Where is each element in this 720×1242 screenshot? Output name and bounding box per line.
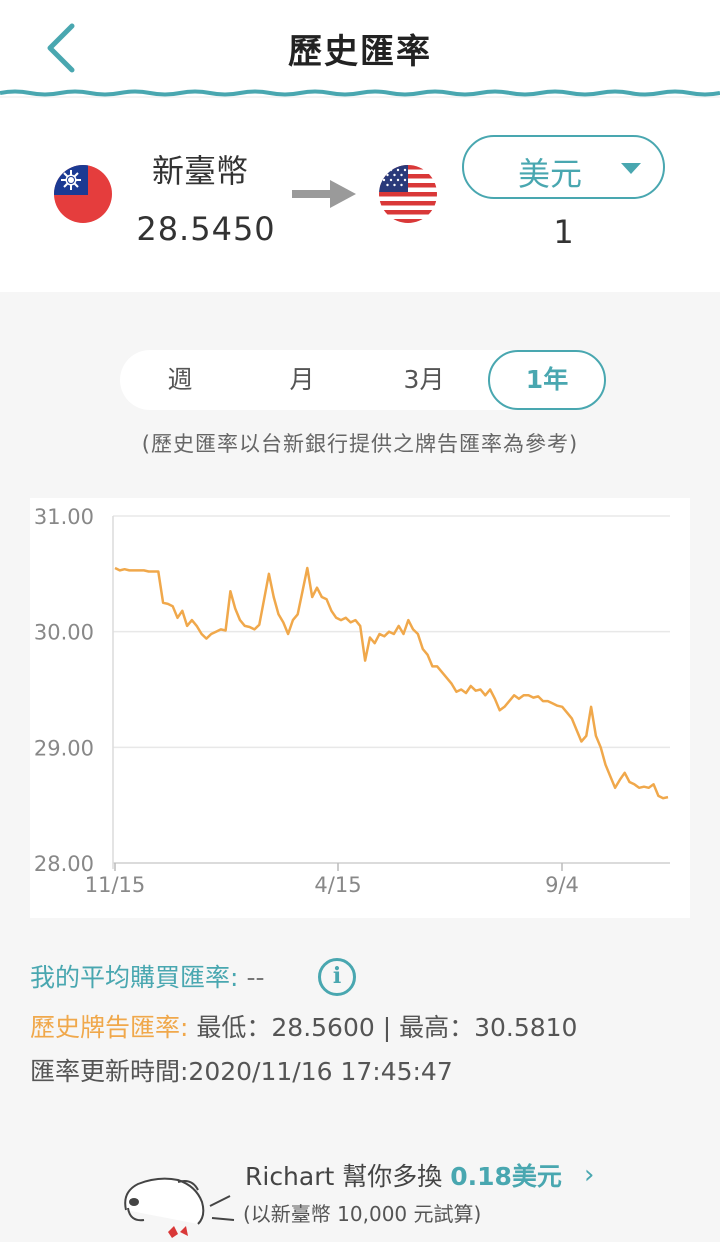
hist-rate-label: 歷史牌告匯率:	[30, 1013, 189, 1042]
x-tick-label: 11/15	[85, 873, 146, 897]
x-tick-label: 9/4	[545, 873, 579, 897]
caret-down-icon	[621, 163, 641, 174]
to-amount: 1	[553, 213, 574, 251]
period-tabs: 週 月 3月 1年	[120, 350, 606, 410]
page-title: 歷史匯率	[288, 32, 432, 72]
chevron-right-icon[interactable]: ›	[584, 1160, 594, 1190]
promo-subtitle: (以新臺幣 10,000 元試算)	[243, 1202, 482, 1226]
arrow-right-icon	[292, 180, 356, 208]
info-icon[interactable]: i	[318, 958, 356, 996]
tab-1-year[interactable]: 1年	[488, 350, 606, 410]
x-tick-label: 4/15	[314, 873, 361, 897]
avg-rate-label: 我的平均購買匯率:	[30, 963, 239, 992]
taiwan-flag-icon	[54, 165, 112, 223]
rate-chart-svg: 31.0030.0029.0028.0011/15 4/15 9/4	[34, 505, 670, 897]
rate-source-note: (歷史匯率以台新銀行提供之牌告匯率為參考)	[141, 432, 579, 456]
currency-dropdown-label: 美元	[517, 155, 582, 193]
tab-3-months[interactable]: 3月	[364, 350, 484, 410]
hist-rate-value: 最低：28.5600 | 最高：30.5810	[188, 1013, 578, 1042]
currency-converter: 新臺幣 28.5450 美元 1	[0, 98, 720, 292]
rate-chart: 31.00 30.00 29.00 28.00 11/15 4/15 9/4	[30, 498, 690, 918]
y-tick-label: 30.00	[34, 621, 94, 645]
header-bar: 歷史匯率	[0, 0, 720, 97]
dog-mascot-icon	[124, 1177, 235, 1238]
y-tick-label: 29.00	[34, 736, 94, 760]
avg-rate-value: --	[246, 963, 265, 992]
from-currency-name: 新臺幣	[151, 152, 248, 190]
promo-link[interactable]: Richart 幫你多換 0.18美元	[245, 1157, 562, 1193]
promo-amount: 0.18美元	[450, 1162, 562, 1191]
currency-dropdown[interactable]: 美元	[462, 135, 665, 199]
avg-rate-row: 我的平均購買匯率: --	[30, 958, 264, 994]
wavy-divider	[0, 89, 720, 97]
y-tick-label: 31.00	[34, 505, 94, 529]
hist-rate-row: 歷史牌告匯率: 最低：28.5600 | 最高：30.5810	[30, 1008, 577, 1044]
tab-week[interactable]: 週	[120, 350, 240, 410]
us-flag-icon	[379, 165, 437, 223]
update-time: 匯率更新時間:2020/11/16 17:45:47	[30, 1057, 453, 1086]
tab-month[interactable]: 月	[242, 350, 362, 410]
rate-series-line	[114, 566, 669, 800]
from-amount: 28.5450	[136, 210, 276, 248]
promo-prefix: Richart 幫你多換	[245, 1162, 451, 1191]
